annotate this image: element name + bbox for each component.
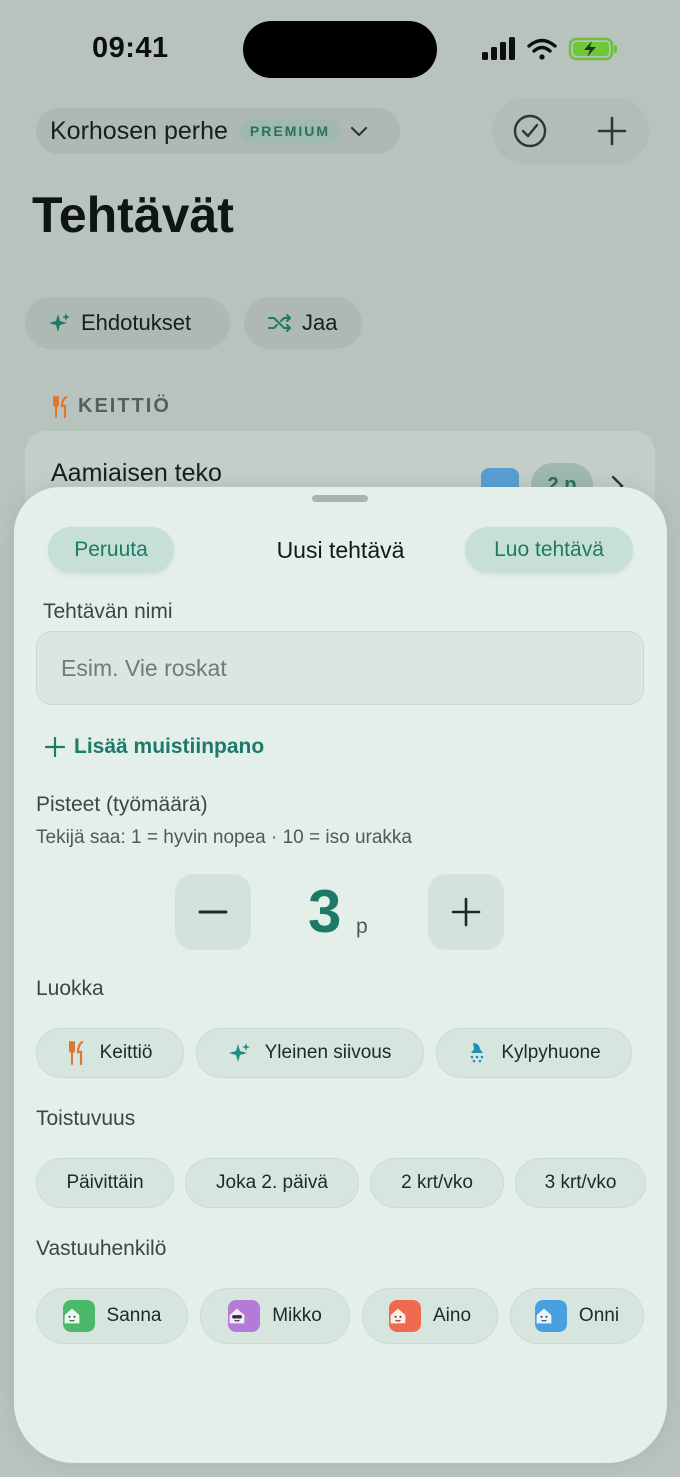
plus-icon xyxy=(451,897,481,927)
frequency-every-2-days[interactable]: Joka 2. päivä xyxy=(185,1158,359,1208)
premium-badge: PREMIUM xyxy=(239,119,341,143)
add-note-label: Lisää muistiinpano xyxy=(74,735,265,758)
suggestions-label: Ehdotukset xyxy=(81,310,192,335)
page-title: Tehtävät xyxy=(32,187,234,243)
status-bar: 09:41 xyxy=(0,0,680,100)
house-avatar-icon xyxy=(62,1300,95,1332)
sparkle-icon xyxy=(228,1043,250,1062)
assignee-label: Vastuuhenkilö xyxy=(36,1237,167,1260)
decrement-button[interactable] xyxy=(175,874,251,950)
suggestions-chip[interactable]: Ehdotukset xyxy=(25,297,230,349)
frequency-daily[interactable]: Päivittäin xyxy=(36,1158,174,1208)
status-time: 09:41 xyxy=(92,32,169,64)
add-note-button[interactable]: Lisää muistiinpano xyxy=(44,735,264,759)
increment-button[interactable] xyxy=(428,874,504,950)
share-chip[interactable]: Jaa xyxy=(244,297,362,349)
assignee-name: Aino xyxy=(432,1305,472,1326)
category-bathroom[interactable]: Kylpyhuone xyxy=(436,1028,632,1078)
frequency-2-per-week[interactable]: 2 krt/vko xyxy=(370,1158,504,1208)
dynamic-island xyxy=(243,21,437,78)
frequency-label: Toistuvuus xyxy=(36,1107,136,1130)
checkmark-circle-icon[interactable] xyxy=(510,111,550,151)
points-label: Pisteet (työmäärä) xyxy=(36,793,208,816)
points-value: 3 xyxy=(308,878,342,945)
shuffle-icon xyxy=(268,314,291,332)
points-unit: p xyxy=(356,915,368,938)
house-avatar-icon xyxy=(534,1300,567,1332)
new-task-sheet: Peruuta Uusi tehtävä Luo tehtävä Tehtävä… xyxy=(14,487,667,1463)
section-header-kitchen: KEITTIÖ xyxy=(52,395,171,418)
assignee-mikko[interactable]: Mikko xyxy=(200,1288,350,1344)
battery-icon xyxy=(568,37,617,61)
category-label: Luokka xyxy=(36,977,104,1000)
signal-icon xyxy=(482,37,515,60)
assignee-name: Sanna xyxy=(106,1305,162,1326)
fork-knife-icon xyxy=(68,1041,83,1065)
task-name-input[interactable] xyxy=(36,631,644,705)
category-general-cleaning[interactable]: Yleinen siivous xyxy=(196,1028,424,1078)
plus-icon xyxy=(44,736,66,758)
top-actions xyxy=(492,98,649,164)
frequency-3-per-week[interactable]: 3 krt/vko xyxy=(515,1158,646,1208)
category-name: Kylpyhuone xyxy=(501,1042,601,1063)
plus-icon[interactable] xyxy=(592,111,632,151)
sparkle-icon xyxy=(49,313,70,332)
shower-icon xyxy=(471,1043,484,1063)
share-label: Jaa xyxy=(302,310,338,335)
status-icons xyxy=(482,37,617,61)
assignee-name: Onni xyxy=(578,1305,620,1326)
wifi-icon xyxy=(527,38,557,60)
family-name: Korhosen perhe xyxy=(50,116,228,145)
section-title: KEITTIÖ xyxy=(78,395,171,417)
house-avatar-icon xyxy=(388,1300,421,1332)
assignee-name: Mikko xyxy=(272,1305,322,1326)
sheet-grabber[interactable] xyxy=(312,495,368,502)
assignee-aino[interactable]: Aino xyxy=(362,1288,498,1344)
category-name: Keittiö xyxy=(99,1042,153,1063)
create-task-button[interactable]: Luo tehtävä xyxy=(465,527,633,573)
chevron-down-icon xyxy=(350,126,368,137)
family-selector[interactable]: Korhosen perhe PREMIUM xyxy=(36,108,400,154)
task-name-label: Tehtävän nimi xyxy=(43,600,173,623)
assignee-sanna[interactable]: Sanna xyxy=(36,1288,188,1344)
category-name: Yleinen siivous xyxy=(264,1042,392,1063)
task-name: Aamiaisen teko xyxy=(51,459,222,487)
fork-knife-icon xyxy=(53,395,68,418)
house-avatar-icon xyxy=(228,1300,261,1332)
minus-icon xyxy=(198,910,228,914)
category-kitchen[interactable]: Keittiö xyxy=(36,1028,184,1078)
assignee-onni[interactable]: Onni xyxy=(510,1288,644,1344)
points-hint: Tekijä saa: 1 = hyvin nopea · 10 = iso u… xyxy=(36,827,413,848)
